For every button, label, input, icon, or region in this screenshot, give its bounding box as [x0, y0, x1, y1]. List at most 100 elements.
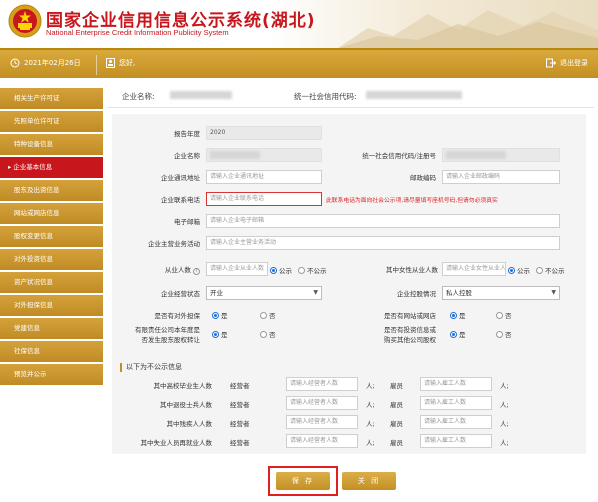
sidebar-item-equity-change[interactable]: 股权变更信息	[0, 226, 103, 247]
logout-button[interactable]: 退出登录	[546, 58, 588, 68]
sidebar-item-preview[interactable]: 预览并公示	[0, 364, 103, 385]
equity-transfer-label-2: 否发生股东股权转让	[141, 336, 201, 344]
female-public-radio[interactable]: 公示	[508, 265, 530, 275]
veterans-label: 其中退役士兵人数	[160, 401, 212, 409]
sidebar-item-assets[interactable]: 资产状况信息	[0, 272, 103, 293]
veterans-operator-input[interactable]: 请输入经营者人数	[286, 396, 358, 410]
business-label: 企业主营业务活动	[148, 240, 200, 248]
unit-text: 人;	[366, 382, 375, 390]
invest-yes-radio[interactable]: 是	[450, 329, 466, 339]
phone-warning: 此联系电话为面向社会公示项,请尽量填写座机号码,但请勿必须真实	[326, 198, 498, 204]
website-no-radio[interactable]: 否	[496, 310, 512, 320]
private-info-table: 其中高校毕业生人数 经营者 请输入经营者人数 人; 雇员 请输入雇工人数 人; …	[112, 376, 586, 454]
phone-label: 企业联系电话	[161, 196, 200, 204]
reemployed-operator-input[interactable]: 请输入经营者人数	[286, 434, 358, 448]
operator-label: 经营者	[230, 401, 250, 409]
section-marker	[120, 362, 122, 372]
unit-text: 人;	[366, 420, 375, 428]
sidebar-item-basic-info[interactable]: 企业基本信息	[0, 157, 103, 178]
unit-text: 人;	[500, 420, 509, 428]
holding-select[interactable]: 私人控股 ▼	[442, 286, 560, 300]
company-name-field-label: 企业名称	[174, 152, 200, 160]
year-label: 报告年度	[174, 130, 200, 138]
logout-label: 退出登录	[560, 59, 588, 67]
graduates-employee-input[interactable]: 请输入雇工人数	[420, 377, 492, 391]
guarantee-no-radio[interactable]: 否	[260, 310, 276, 320]
veterans-employee-input[interactable]: 请输入雇工人数	[420, 396, 492, 410]
employee-label: 雇员	[390, 439, 403, 447]
credit-code-field-label: 统一社会信用代码/注册号	[362, 152, 436, 160]
employee-label: 雇员	[390, 401, 403, 409]
status-label: 企业经营状态	[161, 290, 200, 298]
guarantee-yes-radio[interactable]: 是	[212, 310, 228, 320]
user-greeting-text: 您好,	[119, 59, 136, 67]
postcode-input[interactable]: 请输入企业邮政编码	[442, 170, 560, 184]
sidebar-item-production-license[interactable]: 相关生产许可证	[0, 88, 103, 109]
female-label: 其中女性从业人数	[386, 266, 438, 274]
credit-code-redacted	[366, 91, 462, 99]
employee-label: 雇员	[390, 382, 403, 390]
sidebar-item-investment[interactable]: 对外投资信息	[0, 249, 103, 270]
sidebar-item-social-security[interactable]: 社保信息	[0, 341, 103, 362]
company-name-field	[206, 148, 322, 162]
private-section-title: 以下为不公示信息	[120, 362, 182, 372]
chevron-down-icon: ▼	[551, 289, 556, 296]
disabled-operator-input[interactable]: 请输入经营者人数	[286, 415, 358, 429]
equity-no-radio[interactable]: 否	[260, 329, 276, 339]
unit-text: 人;	[500, 401, 509, 409]
graduates-operator-input[interactable]: 请输入经营者人数	[286, 377, 358, 391]
user-icon	[106, 58, 115, 68]
employees-public-radio[interactable]: 公示	[270, 265, 292, 275]
business-input[interactable]: 请输入企业主营业务活动	[206, 236, 560, 250]
address-label: 企业通讯地址	[161, 174, 200, 182]
unit-text: 人;	[366, 439, 375, 447]
disabled-label: 其中残疾人人数	[166, 420, 213, 428]
employees-input[interactable]: 请输入企业从业人数	[206, 262, 268, 276]
sidebar-nav: 相关生产许可证 先照单位许可证 特种设备信息 企业基本信息 股东及出资信息 网站…	[0, 88, 103, 387]
sidebar-item-party[interactable]: 党建信息	[0, 318, 103, 339]
date-display: 2021年02月26日	[10, 58, 81, 68]
disabled-employee-input[interactable]: 请输入雇工人数	[420, 415, 492, 429]
basic-info-form: 报告年度 2020 企业名称 统一社会信用代码/注册号 企业通讯地址 请输入企业…	[112, 114, 586, 414]
site-subtitle: National Enterprise Credit Information P…	[46, 28, 229, 37]
date-text: 2021年02月26日	[24, 59, 81, 67]
sidebar-item-special-equipment[interactable]: 特种设备信息	[0, 134, 103, 155]
user-greeting: 您好,	[106, 58, 135, 68]
chevron-down-icon: ▼	[313, 289, 318, 296]
logout-icon	[546, 58, 556, 68]
employees-nonpublic-radio[interactable]: 不公示	[298, 265, 327, 275]
status-select[interactable]: 开业 ▼	[206, 286, 322, 300]
sidebar-item-prior-license[interactable]: 先照单位许可证	[0, 111, 103, 132]
equity-yes-radio[interactable]: 是	[212, 329, 228, 339]
reemployed-employee-input[interactable]: 请输入雇工人数	[420, 434, 492, 448]
sidebar-item-shareholders[interactable]: 股东及出资信息	[0, 180, 103, 201]
operator-label: 经营者	[230, 382, 250, 390]
address-input[interactable]: 请输入企业通讯地址	[206, 170, 322, 184]
unit-text: 人;	[366, 401, 375, 409]
company-name-label: 企业名称:	[122, 92, 155, 101]
site-header: 国家企业信用信息公示系统(湖北) National Enterprise Cre…	[0, 0, 598, 48]
credit-code-label: 统一社会信用代码:	[294, 92, 357, 101]
female-nonpublic-radio[interactable]: 不公示	[536, 265, 565, 275]
company-summary: 企业名称: 统一社会信用代码:	[108, 80, 594, 108]
website-yes-radio[interactable]: 是	[450, 310, 466, 320]
sidebar-item-website[interactable]: 网站或网店信息	[0, 203, 103, 224]
unit-text: 人;	[500, 382, 509, 390]
female-input[interactable]: 请输入企业女性从业人数	[442, 262, 506, 276]
phone-input[interactable]: 请输入企业联系电话	[206, 192, 322, 206]
invest-label-2: 购买其他公司股权	[384, 336, 436, 344]
sidebar-item-guarantee[interactable]: 对外担保信息	[0, 295, 103, 316]
postcode-label: 邮政编码	[410, 174, 436, 182]
save-button[interactable]: 保 存	[276, 472, 330, 490]
email-input[interactable]: 请输入企业电子邮箱	[206, 214, 560, 228]
close-button[interactable]: 关 闭	[342, 472, 396, 490]
unit-text: 人;	[500, 439, 509, 447]
operator-label: 经营者	[230, 420, 250, 428]
top-bar: 2021年02月26日 您好, 退出登录	[0, 48, 598, 78]
operator-label: 经营者	[230, 439, 250, 447]
guarantee-label: 是否有对外担保	[154, 312, 201, 320]
main-content: 企业名称: 统一社会信用代码: 报告年度 2020 企业名称 统一社会信用代码/…	[108, 80, 594, 502]
clock-icon	[10, 58, 20, 68]
invest-no-radio[interactable]: 否	[496, 329, 512, 339]
invest-label: 是否有投资信息或	[384, 326, 436, 334]
